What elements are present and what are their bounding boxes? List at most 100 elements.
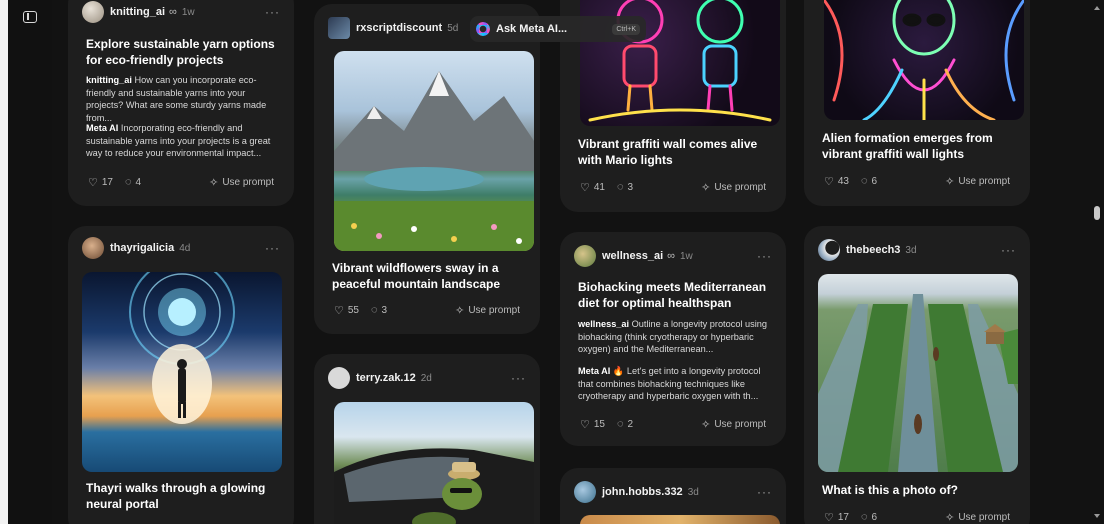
post-footer: ♡ 17 ◌ 6 ✧ Use prompt xyxy=(824,509,1010,524)
post-footer: ♡ 55 ◌ 3 ✧ Use prompt xyxy=(334,302,520,318)
heart-icon[interactable]: ♡ xyxy=(580,181,590,194)
username[interactable]: thebeech3 xyxy=(846,244,900,256)
comment-icon[interactable]: ◌ xyxy=(617,181,624,193)
heart-icon[interactable]: ♡ xyxy=(824,175,834,188)
post-image[interactable] xyxy=(580,515,780,524)
prompt-user: knitting_ai xyxy=(86,75,132,85)
post-header: thayrigalicia 4d ··· xyxy=(82,236,280,260)
comment-icon[interactable]: ◌ xyxy=(861,511,868,523)
more-icon[interactable]: ··· xyxy=(265,5,280,19)
sparkle-icon: ✧ xyxy=(701,181,711,194)
infinity-badge-icon: ∞ xyxy=(169,6,177,18)
avatar[interactable] xyxy=(328,17,350,39)
post-card-alien[interactable]: Alien formation emerges from vibrant gra… xyxy=(804,0,1030,206)
comment-icon[interactable]: ◌ xyxy=(617,418,624,430)
like-count: 43 xyxy=(837,175,849,187)
avatar[interactable] xyxy=(574,245,596,267)
prompt-text: knitting_ai How can you incorporate eco-… xyxy=(86,74,280,124)
heart-icon[interactable]: ♡ xyxy=(334,304,344,317)
sparkle-icon: ✧ xyxy=(455,304,465,317)
comment-icon[interactable]: ◌ xyxy=(371,304,378,316)
post-header: terry.zak.12 2d ··· xyxy=(328,366,526,390)
post-card-knitting[interactable]: knitting_ai ∞ 1w ··· Explore sustainable… xyxy=(68,0,294,206)
use-prompt-label: Use prompt xyxy=(958,511,1010,523)
ask-meta-ai-bar[interactable]: Ask Meta AI... Ctrl+K xyxy=(470,16,646,42)
like-count: 55 xyxy=(347,304,359,316)
prompt-user: wellness_ai xyxy=(578,319,630,329)
more-icon[interactable]: ··· xyxy=(757,249,772,263)
post-card-rxscript[interactable]: rxscriptdiscount 5d Vibrant wildflowers … xyxy=(314,4,540,334)
use-prompt-label: Use prompt xyxy=(714,181,766,193)
neural-portal-art xyxy=(129,272,235,424)
more-icon[interactable]: ··· xyxy=(757,485,772,499)
username[interactable]: knitting_ai xyxy=(110,6,165,18)
more-icon[interactable]: ··· xyxy=(265,241,280,255)
like-count: 15 xyxy=(593,418,605,430)
vertical-scrollbar[interactable] xyxy=(1090,0,1104,524)
car-dinosaur-art xyxy=(334,448,534,524)
app-window: knitting_ai ∞ 1w ··· Explore sustainable… xyxy=(8,0,1104,524)
sparkle-icon: ✧ xyxy=(945,511,955,524)
ask-meta-ai-label: Ask Meta AI... xyxy=(496,23,568,35)
post-card-thayri[interactable]: thayrigalicia 4d ··· Thayri walks throug xyxy=(68,226,294,524)
left-rail xyxy=(8,0,52,524)
heart-icon[interactable]: ♡ xyxy=(824,511,834,524)
comment-count: 3 xyxy=(381,304,388,316)
reply-text: Meta AI 🔥 Let's get into a longevity pro… xyxy=(578,365,772,403)
post-card-terry[interactable]: terry.zak.12 2d ··· xyxy=(314,354,540,524)
avatar[interactable] xyxy=(574,481,596,503)
username[interactable]: thayrigalicia xyxy=(110,242,174,254)
scrollbar-thumb[interactable] xyxy=(1094,206,1100,220)
heart-icon[interactable]: ♡ xyxy=(580,418,590,431)
comment-icon[interactable]: ◌ xyxy=(861,175,868,187)
sidebar-toggle-icon[interactable] xyxy=(23,11,37,23)
post-time: 1w xyxy=(181,6,195,18)
post-time: 4d xyxy=(179,242,191,254)
use-prompt-button[interactable]: ✧ Use prompt xyxy=(945,511,1010,524)
post-time: 2d xyxy=(420,372,432,384)
use-prompt-label: Use prompt xyxy=(714,418,766,430)
post-header: wellness_ai ∞ 1w ··· xyxy=(574,244,772,268)
fire-emoji: 🔥 xyxy=(612,366,625,376)
post-title: Thayri walks through a glowing neural po… xyxy=(86,481,266,511)
scroll-up-icon[interactable] xyxy=(1094,6,1100,10)
more-icon[interactable]: ··· xyxy=(511,371,526,385)
username[interactable]: terry.zak.12 xyxy=(356,372,416,384)
avatar[interactable] xyxy=(82,237,104,259)
discover-feed: knitting_ai ∞ 1w ··· Explore sustainable… xyxy=(68,0,1038,524)
avatar[interactable] xyxy=(328,367,350,389)
post-image[interactable] xyxy=(82,272,282,472)
post-image[interactable] xyxy=(334,402,534,524)
use-prompt-button[interactable]: ✧ Use prompt xyxy=(455,304,520,317)
heart-icon[interactable]: ♡ xyxy=(88,176,98,189)
username[interactable]: rxscriptdiscount xyxy=(356,22,442,34)
avatar[interactable] xyxy=(818,239,840,261)
comment-icon[interactable]: ◌ xyxy=(125,176,132,188)
username[interactable]: john.hobbs.332 xyxy=(602,486,683,498)
use-prompt-button[interactable]: ✧ Use prompt xyxy=(209,176,274,189)
use-prompt-button[interactable]: ✧ Use prompt xyxy=(701,181,766,194)
use-prompt-button[interactable]: ✧ Use prompt xyxy=(701,418,766,431)
post-footer: ♡ 15 ◌ 2 ✧ Use prompt xyxy=(580,416,766,432)
avatar[interactable] xyxy=(82,1,104,23)
scroll-down-icon[interactable] xyxy=(1094,514,1100,518)
post-image[interactable] xyxy=(818,274,1018,472)
post-image[interactable] xyxy=(334,51,534,251)
post-header: thebeech3 3d ··· xyxy=(818,238,1016,262)
comment-count: 4 xyxy=(135,176,142,188)
post-card-thebeech3[interactable]: thebeech3 3d ··· What is this a photo of… xyxy=(804,226,1030,524)
like-count: 17 xyxy=(101,176,113,188)
post-footer: ♡ 43 ◌ 6 ✧ Use prompt xyxy=(824,173,1010,189)
more-icon[interactable]: ··· xyxy=(1001,243,1016,257)
use-prompt-button[interactable]: ✧ Use prompt xyxy=(945,175,1010,188)
reply-text: Meta AI Incorporating eco-friendly and s… xyxy=(86,122,280,160)
post-card-wellness[interactable]: wellness_ai ∞ 1w ··· Biohacking meets Me… xyxy=(560,232,786,446)
post-header: knitting_ai ∞ 1w ··· xyxy=(82,0,280,24)
username[interactable]: wellness_ai xyxy=(602,250,663,262)
comment-count: 6 xyxy=(871,175,878,187)
post-card-john[interactable]: john.hobbs.332 3d ··· xyxy=(560,468,786,524)
comment-count: 6 xyxy=(871,511,878,523)
post-time: 1w xyxy=(680,250,693,262)
post-image[interactable] xyxy=(824,0,1024,120)
sparkle-icon: ✧ xyxy=(701,418,711,431)
